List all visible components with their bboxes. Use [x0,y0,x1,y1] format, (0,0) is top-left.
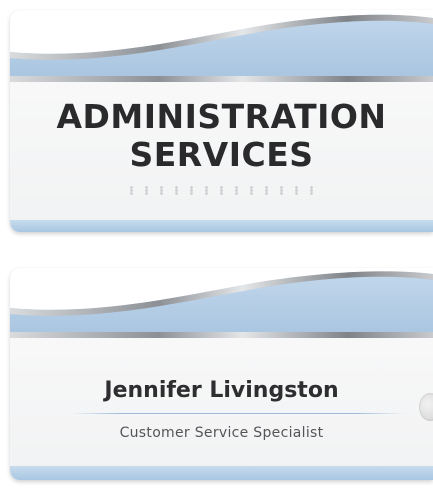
sign-bottom-band [10,220,433,232]
braille-text [10,186,433,200]
braille-cell [294,186,299,195]
sign-bottom-band [10,466,433,480]
sign-title: ADMINISTRATION SERVICES [10,98,433,174]
braille-cell [174,186,179,195]
slide-insert-knob [419,393,433,421]
braille-cell [129,186,134,195]
sign-header-wave [10,10,433,100]
sign-header-wave [10,268,433,358]
sign-title-line2: SERVICES [129,135,314,174]
braille-cell [309,186,314,195]
braille-cell [264,186,269,195]
person-name: Jennifer Livingston [104,378,339,403]
person-role: Customer Service Specialist [119,425,324,441]
sign-title-line1: ADMINISTRATION [56,97,387,136]
braille-cell [144,186,149,195]
braille-cell [219,186,224,195]
name-divider [70,413,405,414]
braille-cell [279,186,284,195]
name-sign: Jennifer Livingston Customer Service Spe… [10,268,433,480]
braille-cell [234,186,239,195]
braille-cell [159,186,164,195]
braille-cell [249,186,254,195]
administration-sign: ADMINISTRATION SERVICES [10,10,433,232]
braille-cell [204,186,209,195]
braille-cell [189,186,194,195]
